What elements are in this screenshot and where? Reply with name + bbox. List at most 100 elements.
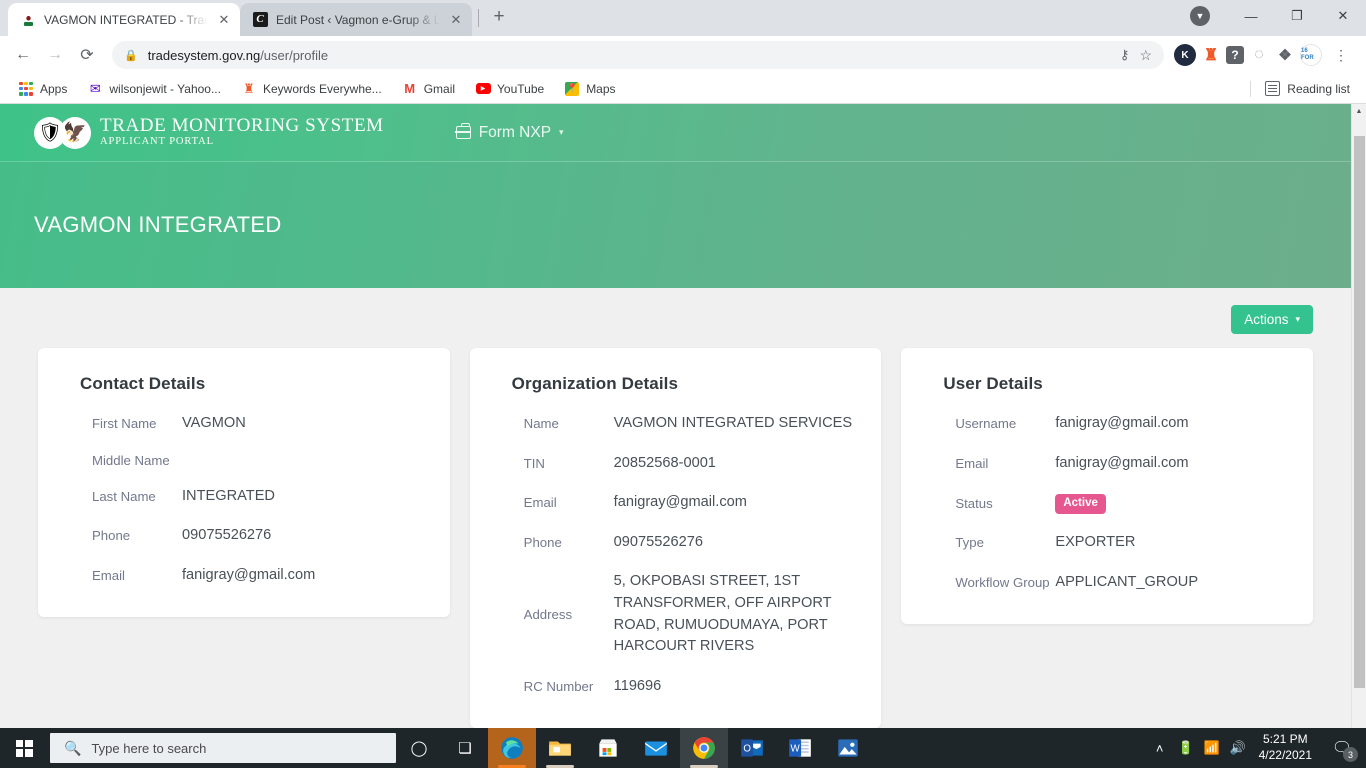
question-extension-icon[interactable]: ? (1226, 46, 1244, 64)
new-tab-button[interactable]: + (485, 3, 513, 31)
key-icon[interactable]: ⚷ (1120, 47, 1130, 63)
bookmark-label: Gmail (423, 81, 456, 96)
maximize-button[interactable]: ❐ (1274, 0, 1320, 32)
brand-line-2: APPLICANT PORTAL (100, 136, 214, 148)
lighthouse-extension-icon[interactable]: ♜ (1200, 44, 1222, 66)
minimize-button[interactable]: — (1228, 0, 1274, 32)
close-icon[interactable]: ✕ (448, 12, 464, 28)
system-tray: ˄ 🔋 📶 🔊 5:21 PM 4/22/2021 🗨 3 (1147, 728, 1366, 768)
browser-tab-1[interactable]: VAGMON INTEGRATED - Trade M ✕ (8, 3, 240, 36)
yahoo-mail-icon: ✉ (89, 80, 101, 96)
bookmark-gmail[interactable]: M Gmail (394, 78, 463, 100)
detail-row: Phone 09075526276 (492, 523, 860, 563)
tab-title: Edit Post ‹ Vagmon e-Grup & Log (276, 12, 440, 27)
brand-text: TRADE MONITORING SYSTEM APPLICANT PORTAL (100, 116, 384, 149)
status-badge: Active (1055, 494, 1106, 514)
detail-value: fanigray@gmail.com (1055, 415, 1189, 431)
page-scrollbar[interactable]: ▲ ▼ (1351, 104, 1366, 738)
bookmark-apps[interactable]: Apps (10, 78, 75, 100)
detail-row: Type EXPORTER (923, 523, 1291, 563)
reading-list-button[interactable]: Reading list (1265, 81, 1356, 96)
bookmark-label: Apps (40, 81, 68, 96)
microsoft-edge-icon[interactable] (488, 728, 536, 768)
microsoft-store-icon[interactable] (584, 728, 632, 768)
actions-button-label: Actions (1244, 312, 1289, 327)
forward-icon[interactable]: → (40, 40, 70, 70)
star-icon[interactable]: ☆ (1139, 47, 1152, 64)
google-chrome-icon[interactable] (680, 728, 728, 768)
file-explorer-icon[interactable] (536, 728, 584, 768)
card-title: Organization Details (511, 374, 679, 393)
bookmark-maps[interactable]: 📍 Maps (556, 78, 623, 100)
tab-divider (478, 9, 479, 27)
k-extension-icon[interactable]: K (1174, 44, 1196, 66)
chevron-down-icon: ▾ (559, 127, 564, 137)
kebab-menu-icon[interactable]: ⋮ (1326, 40, 1356, 70)
youtube-icon: ▶ (475, 81, 491, 97)
detail-label: Phone (92, 528, 131, 544)
tab-strip: VAGMON INTEGRATED - Trade M ✕ C Edit Pos… (0, 0, 1366, 36)
reading-list-label: Reading list (1287, 81, 1350, 96)
card-title: Contact Details (80, 374, 206, 393)
detail-label: Last Name (92, 488, 156, 504)
detail-row: Email fanigray@gmail.com (923, 444, 1291, 484)
svg-text:W: W (791, 743, 801, 754)
battery-charging-icon[interactable]: 🔋 (1173, 728, 1199, 768)
detail-row: TIN 20852568-0001 (492, 444, 860, 484)
taskbar-search-input[interactable]: 🔍 Type here to search (50, 733, 396, 763)
bookmark-yahoo[interactable]: ✉ wilsonjewit - Yahoo... (79, 78, 229, 100)
user-details-card: User Details Username fanigray@gmail.com… (901, 348, 1314, 625)
mail-icon[interactable] (632, 728, 680, 768)
detail-row: Last Name INTEGRATED (60, 477, 428, 517)
page-viewport: 🛡 🦅 TRADE MONITORING SYSTEM APPLICANT PO… (0, 104, 1366, 738)
nigeria-coat-of-arms-icon (20, 12, 36, 28)
detail-label: Address (523, 607, 573, 623)
taskbar-clock[interactable]: 5:21 PM 4/22/2021 (1251, 732, 1322, 764)
close-icon[interactable]: ✕ (216, 12, 232, 28)
divider (1250, 80, 1252, 97)
svg-text:O: O (743, 743, 751, 754)
close-window-button[interactable]: ✕ (1320, 0, 1366, 32)
bookmark-keywords-everywhere[interactable]: ♜ Keywords Everywhe... (233, 78, 390, 100)
detail-value: fanigray@gmail.com (1055, 454, 1189, 471)
actions-button[interactable]: Actions ▾ (1231, 305, 1313, 334)
windows-start-icon[interactable] (0, 728, 48, 768)
notification-count: 3 (1343, 747, 1358, 762)
card-title: User Details (943, 374, 1043, 393)
photos-icon[interactable] (824, 728, 872, 768)
reload-icon[interactable]: ⟳ (72, 40, 102, 70)
volume-icon[interactable]: 🔊 (1225, 728, 1251, 768)
sixteen-for-icon[interactable]: 16 FOR (1300, 44, 1322, 66)
task-view-icon[interactable]: ❏ (442, 728, 488, 768)
profile-avatar[interactable]: ▼ (1190, 6, 1210, 26)
scroll-up-arrow[interactable]: ▲ (1352, 104, 1366, 119)
detail-value: 20852568-0001 (613, 454, 716, 471)
page-content: Actions ▾ Contact Details First Name VAG… (0, 288, 1351, 738)
scrollbar-thumb[interactable] (1354, 136, 1365, 688)
tab-title: VAGMON INTEGRATED - Trade M (44, 12, 208, 27)
back-icon[interactable]: ← (8, 40, 38, 70)
browser-tab-2[interactable]: C Edit Post ‹ Vagmon e-Grup & Log ✕ (240, 3, 472, 36)
detail-label: Middle Name (92, 452, 170, 468)
detail-label: Email (523, 495, 557, 511)
bookmark-youtube[interactable]: ▶ YouTube (467, 78, 552, 100)
puzzle-extension-icon[interactable]: ❖ (1274, 44, 1296, 66)
address-bar[interactable]: 🔒 tradesystem.gov.ng/user/profile ⚷ ☆ (112, 41, 1164, 69)
cards-container: Contact Details First Name VAGMON Middle… (38, 348, 1314, 729)
omnibox-actions: ⚷ ☆ (1120, 47, 1152, 64)
chevron-up-icon[interactable]: ˄ (1147, 728, 1173, 768)
detail-label: Name (523, 416, 559, 432)
site-brand[interactable]: 🛡 🦅 TRADE MONITORING SYSTEM APPLICANT PO… (34, 116, 384, 149)
sixteen-for-label: 16 FOR (1301, 48, 1314, 61)
cortana-circle-icon[interactable]: ◯ (396, 728, 442, 768)
outlook-icon[interactable]: O (728, 728, 776, 768)
word-icon[interactable]: W (776, 728, 824, 768)
search-placeholder: Type here to search (91, 740, 207, 756)
nav-item-form-nxp[interactable]: Form NXP ▾ (452, 118, 568, 148)
briefcase-icon (455, 123, 472, 139)
detail-label: Workflow Group (955, 574, 1050, 590)
notifications-icon[interactable]: 🗨 3 (1322, 728, 1362, 768)
circle-extension-icon[interactable]: ◌ (1248, 44, 1270, 66)
detail-label: Email (92, 568, 125, 584)
wifi-icon[interactable]: 📶 (1199, 728, 1225, 768)
